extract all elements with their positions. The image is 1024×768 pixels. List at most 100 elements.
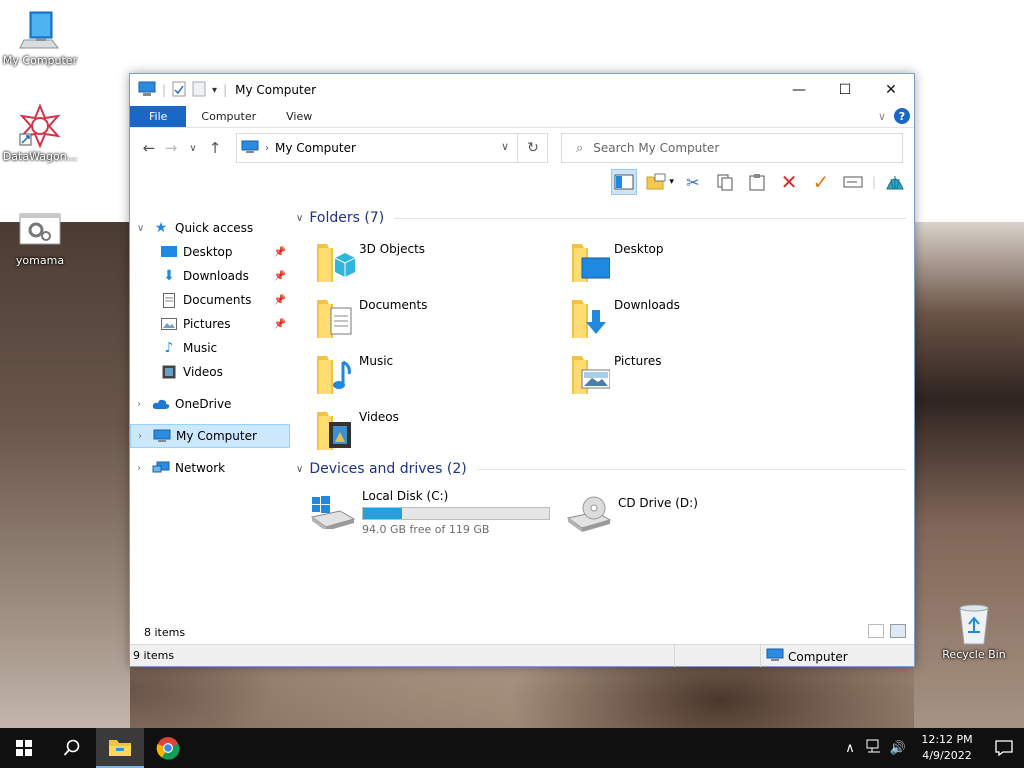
preview-pane-icon[interactable] — [611, 169, 638, 195]
desktop-icon-recycle-bin[interactable]: Recycle Bin — [934, 602, 1014, 661]
folder-item-videos[interactable]: Videos — [315, 408, 555, 456]
chevron-down-icon[interactable]: ∨ — [296, 464, 303, 475]
search-box[interactable]: ⌕ Search My Computer — [561, 133, 903, 163]
nav-item-music[interactable]: ♪ Music — [130, 336, 290, 360]
volume-icon[interactable]: 🔊 — [886, 741, 910, 756]
minimize-button[interactable]: — — [776, 74, 822, 106]
breadcrumb-chevron-icon[interactable]: › — [265, 143, 269, 154]
recent-locations-button[interactable]: ∨ — [182, 143, 204, 154]
chevron-down-icon[interactable]: ∨ — [296, 213, 303, 224]
nav-item-my-computer[interactable]: › My Computer — [130, 424, 290, 448]
folder-item-documents[interactable]: Documents — [315, 296, 555, 344]
refresh-button[interactable]: ↻ — [517, 133, 548, 163]
status-bar: 9 items Computer — [130, 644, 914, 667]
notification-icon[interactable] — [984, 740, 1024, 756]
forward-button[interactable]: → — [160, 139, 182, 157]
expand-ribbon-icon[interactable]: ∨ — [878, 110, 886, 123]
details-view-icon[interactable] — [868, 624, 884, 638]
copy-icon[interactable] — [712, 169, 738, 195]
nav-item-desktop[interactable]: Desktop 📌 — [130, 240, 290, 264]
desktop-background-left — [0, 222, 130, 728]
tab-view[interactable]: View — [271, 106, 327, 127]
inner-status-bar: 8 items — [130, 620, 914, 644]
nav-item-videos[interactable]: Videos — [130, 360, 290, 384]
folder-item-3d-objects[interactable]: 3D Objects — [315, 240, 555, 288]
folders-group-header[interactable]: ∨ Folders (7) — [296, 210, 906, 226]
nav-item-downloads[interactable]: ⬇ Downloads 📌 — [130, 264, 290, 288]
disk-usage-bar — [362, 507, 550, 520]
tab-file[interactable]: File — [130, 106, 187, 127]
folder-item-music[interactable]: Music — [315, 352, 555, 400]
taskbar-search-button[interactable] — [48, 728, 96, 768]
pin-icon[interactable]: 📌 — [274, 271, 286, 282]
nav-item-documents[interactable]: Documents 📌 — [130, 288, 290, 312]
large-icons-view-icon[interactable] — [890, 624, 906, 638]
back-button[interactable]: ← — [138, 139, 160, 157]
dropdown-icon[interactable]: ▾ — [669, 177, 674, 187]
3d-objects-folder-icon — [315, 240, 356, 284]
customize-quick-access-icon[interactable]: ▾ — [212, 85, 217, 96]
chevron-right-icon[interactable]: › — [137, 463, 141, 474]
folder-item-downloads[interactable]: Downloads — [570, 296, 810, 344]
separator: | — [871, 175, 876, 189]
drive-item-cd-drive[interactable]: CD Drive (D:) — [566, 496, 766, 544]
drive-item-local-disk[interactable]: Local Disk (C:) 94.0 GB free of 119 GB — [310, 489, 555, 537]
taskbar-chrome[interactable] — [144, 728, 192, 768]
desktop-icon-yomama[interactable]: yomama — [0, 208, 80, 267]
nav-item-onedrive[interactable]: › OneDrive — [130, 392, 290, 416]
cloud-icon — [152, 396, 170, 412]
chevron-right-icon[interactable]: › — [138, 431, 142, 442]
new-folder-icon[interactable] — [192, 81, 206, 100]
disk-usage-fill — [363, 508, 403, 519]
nav-item-quick-access[interactable]: ∨ ★ Quick access — [130, 216, 290, 240]
computer-icon — [766, 648, 784, 665]
maximize-button[interactable]: ☐ — [822, 74, 868, 106]
address-text[interactable]: My Computer — [275, 141, 356, 155]
chevron-right-icon[interactable]: › — [137, 399, 141, 410]
nav-item-network[interactable]: › Network — [130, 456, 290, 480]
pin-icon[interactable]: 📌 — [274, 247, 286, 258]
pin-icon[interactable]: 📌 — [274, 319, 286, 330]
up-button[interactable]: ↑ — [204, 139, 226, 157]
start-button[interactable] — [0, 728, 48, 768]
videos-folder-icon — [315, 408, 355, 452]
video-icon — [160, 364, 178, 380]
delete-icon[interactable]: ✕ — [776, 169, 802, 195]
devices-group-header[interactable]: ∨ Devices and drives (2) — [296, 461, 906, 477]
network-icon[interactable] — [862, 739, 886, 757]
nav-item-pictures[interactable]: Pictures 📌 — [130, 312, 290, 336]
cut-icon[interactable]: ✂ — [680, 169, 706, 195]
new-folder-icon[interactable] — [643, 169, 669, 195]
chevron-up-icon[interactable]: ∧ — [838, 741, 862, 756]
divider — [476, 468, 906, 470]
folder-item-pictures[interactable]: Pictures — [570, 352, 810, 400]
close-button[interactable]: ✕ — [868, 74, 914, 106]
pictures-folder-icon — [570, 352, 611, 396]
check-icon[interactable]: ✓ — [808, 169, 834, 195]
desktop-icon-datawagon[interactable]: DataWagon... — [0, 103, 80, 163]
pin-icon[interactable]: 📌 — [274, 295, 286, 306]
cd-drive-icon — [566, 496, 612, 536]
help-icon[interactable]: ? — [894, 108, 910, 124]
taskbar-file-explorer[interactable] — [96, 728, 144, 768]
main-view: ∨ Folders (7) 3D Objects Desktop Documen… — [290, 200, 914, 610]
folder-item-desktop[interactable]: Desktop — [570, 240, 810, 288]
address-dropdown-icon[interactable]: ∨ — [501, 140, 509, 153]
separator: | — [223, 83, 228, 97]
chevron-down-icon[interactable]: ∨ — [137, 223, 144, 234]
shell-icon[interactable] — [882, 169, 908, 195]
content-area: ∨ ★ Quick access Desktop 📌 ⬇ Downloads 📌… — [130, 200, 914, 610]
paste-icon[interactable] — [744, 169, 770, 195]
desktop-folder-icon — [570, 240, 611, 284]
properties-icon[interactable] — [172, 81, 186, 100]
rename-icon[interactable] — [840, 169, 866, 195]
clock[interactable]: 12:12 PM 4/9/2022 — [910, 732, 984, 764]
desktop-icon-my-computer[interactable]: My Computer — [0, 8, 80, 67]
explorer-window: | ▾ | My Computer — ☐ ✕ File Computer Vi… — [129, 73, 915, 667]
search-placeholder[interactable]: Search My Computer — [593, 141, 719, 155]
title-bar[interactable]: | ▾ | My Computer — ☐ ✕ — [130, 74, 914, 106]
tab-computer[interactable]: Computer — [186, 106, 271, 127]
computer-icon — [138, 81, 156, 100]
address-bar[interactable]: › My Computer ∨ — [236, 133, 548, 163]
search-icon — [63, 739, 80, 756]
